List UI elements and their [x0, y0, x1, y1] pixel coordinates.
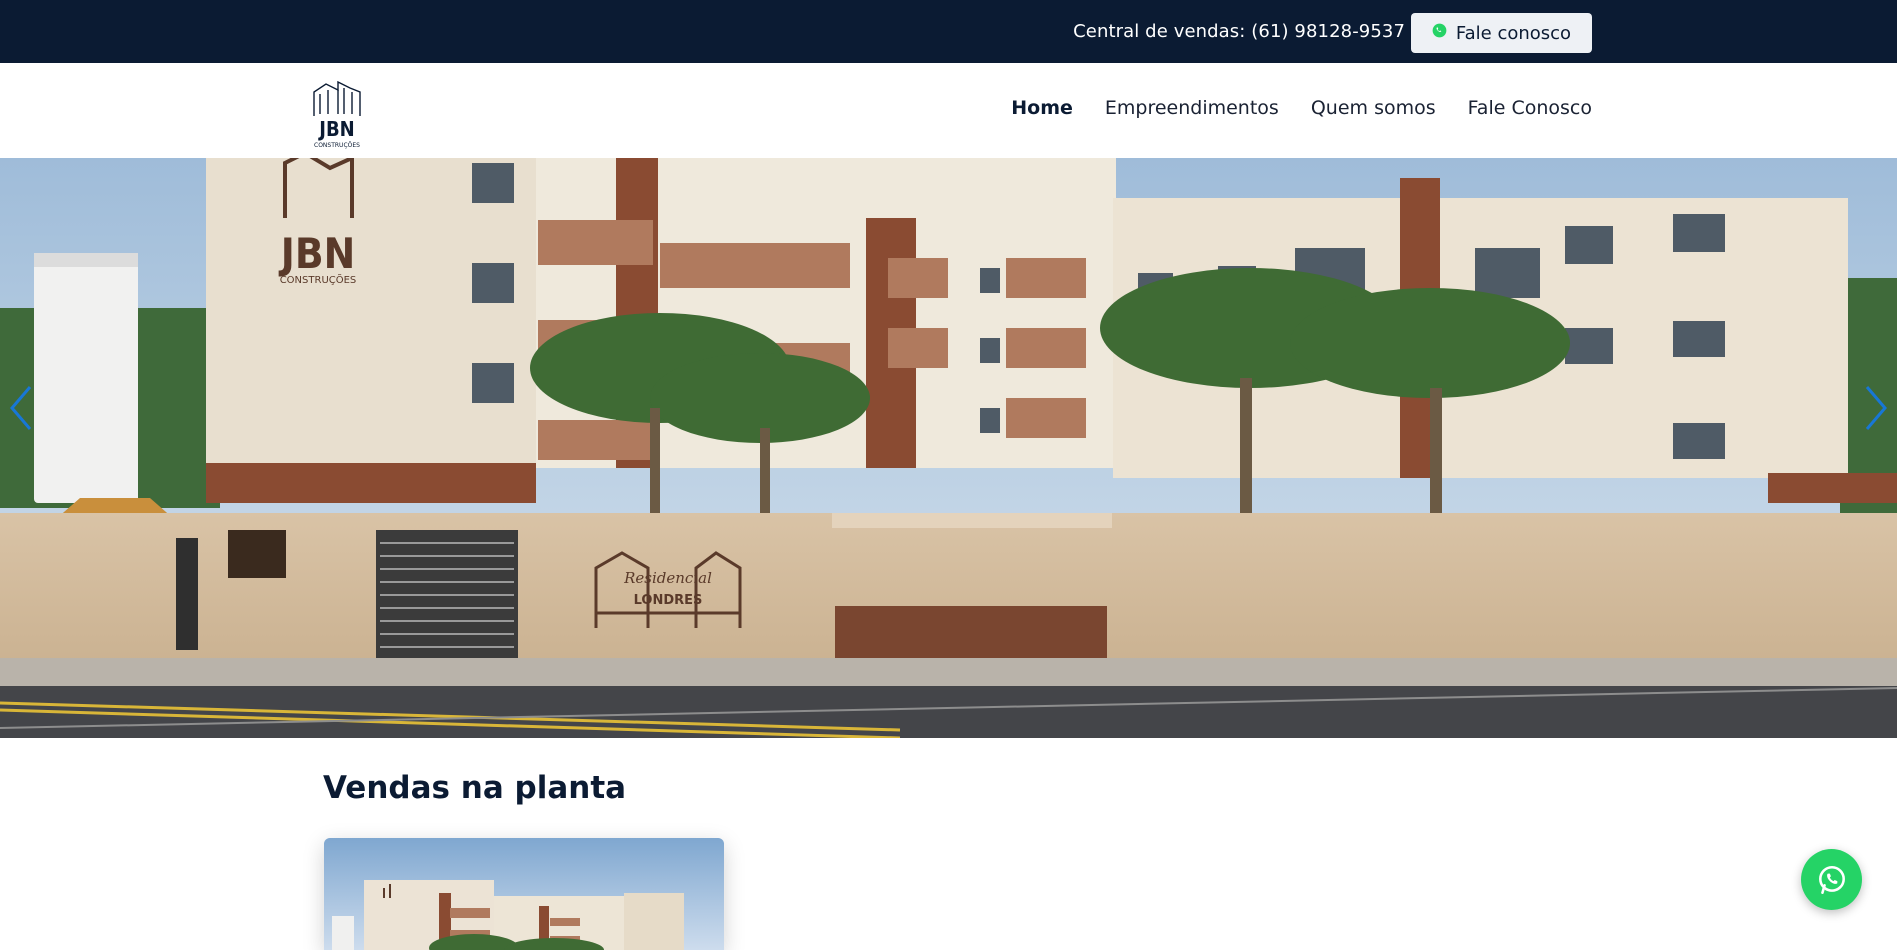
logo-subtext: CONSTRUÇÕES — [314, 142, 360, 149]
sign-line1: Residencial — [623, 569, 712, 587]
nav-empreendimentos[interactable]: Empreendimentos — [1105, 97, 1279, 119]
property-card[interactable] — [324, 838, 724, 950]
facade-logo-text: JBN — [278, 229, 355, 278]
contact-us-button[interactable]: Fale conosco — [1411, 13, 1592, 53]
hero-carousel: JBN CONSTRUÇÕES Residencial LONDRES — [0, 158, 1897, 738]
hero-image: JBN CONSTRUÇÕES Residencial LONDRES — [0, 158, 1897, 738]
carousel-prev-button[interactable] — [4, 378, 38, 438]
main-nav: Home Empreendimentos Quem somos Fale Con… — [1011, 97, 1592, 119]
nav-fale-conosco[interactable]: Fale Conosco — [1468, 97, 1592, 119]
whatsapp-icon — [1818, 865, 1845, 894]
chevron-left-icon — [10, 386, 32, 430]
contact-us-label: Fale conosco — [1455, 22, 1572, 44]
main-navbar: JBN CONSTRUÇÕES Home Empreendimentos Que… — [0, 63, 1897, 158]
carousel-next-button[interactable] — [1859, 378, 1893, 438]
nav-home[interactable]: Home — [1011, 97, 1073, 119]
jbn-logo[interactable]: JBN CONSTRUÇÕES — [308, 78, 366, 149]
section-title: Vendas na planta — [323, 770, 627, 806]
whatsapp-float-button[interactable] — [1801, 849, 1862, 910]
whatsapp-icon — [1432, 23, 1447, 43]
sign-line2: LONDRES — [634, 593, 703, 608]
facade-logo-subtext: CONSTRUÇÕES — [280, 273, 357, 286]
chevron-right-icon — [1865, 386, 1887, 430]
nav-quem-somos[interactable]: Quem somos — [1311, 97, 1436, 119]
logo-text: JBN — [318, 117, 354, 141]
sales-phone-text: Central de vendas: (61) 98128-9537 — [1073, 21, 1405, 42]
top-bar: Central de vendas: (61) 98128-9537 Fale … — [0, 0, 1897, 63]
property-card-image — [324, 838, 724, 950]
